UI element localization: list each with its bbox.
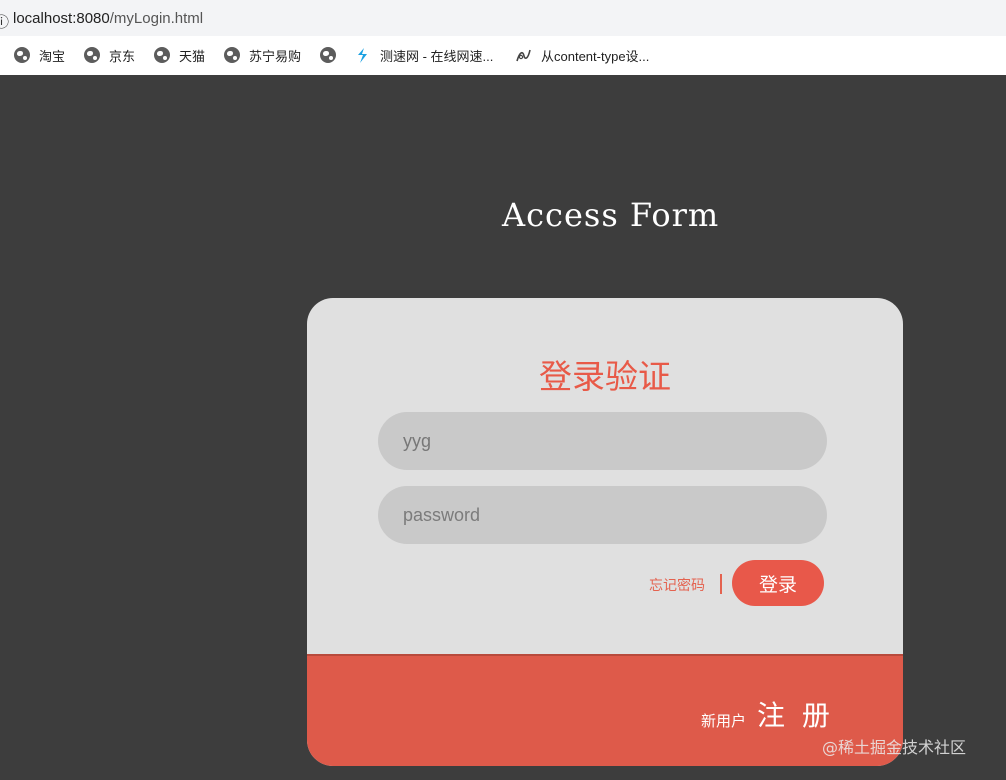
address-bar[interactable]: ⓘ localhost:8080/myLogin.html [0, 0, 1006, 36]
username-input[interactable] [378, 412, 827, 470]
bookmark-label: 天猫 [179, 48, 206, 64]
page-title: Access Form [502, 196, 720, 234]
site-info-icon[interactable]: ⓘ [0, 11, 9, 32]
url-text[interactable]: localhost:8080/myLogin.html [13, 10, 203, 27]
new-user-label: 新用户 [701, 712, 747, 730]
speedtest-icon [354, 47, 371, 64]
login-button[interactable]: 登录 [732, 560, 824, 606]
bookmark-content-type[interactable]: 从content-type设... [515, 44, 649, 66]
globe-icon [224, 47, 240, 63]
globe-icon [320, 47, 336, 63]
bookmarks-bar: 淘宝 京东 天猫 苏宁易购 测速网 - 在线网速... 从content-typ… [0, 36, 1006, 75]
bookmark-jd[interactable]: 京东 [84, 44, 135, 66]
url-host: localhost:8080 [13, 10, 110, 27]
bookmark-suning[interactable]: 苏宁易购 [224, 44, 301, 66]
login-heading: 登录验证 [539, 357, 671, 396]
pen-icon [515, 47, 532, 64]
register-button[interactable]: 注 册 [757, 694, 834, 734]
bookmark-untitled[interactable] [320, 44, 336, 66]
bookmark-label: 测速网 - 在线网速... [380, 48, 494, 64]
bookmark-label: 淘宝 [39, 48, 66, 64]
globe-icon [14, 47, 30, 63]
globe-icon [154, 47, 170, 63]
bookmark-taobao[interactable]: 淘宝 [14, 44, 65, 66]
url-path: /myLogin.html [109, 10, 204, 27]
register-footer: 新用户 注 册 [307, 654, 903, 766]
divider [720, 574, 722, 594]
bookmark-speedtest[interactable]: 测速网 - 在线网速... [354, 44, 493, 66]
bookmark-tmall[interactable]: 天猫 [154, 44, 205, 66]
login-card: 登录验证 忘记密码 登录 新用户 注 册 [307, 298, 903, 766]
globe-icon [84, 47, 100, 63]
bookmark-label: 苏宁易购 [249, 48, 302, 64]
forgot-password-link[interactable]: 忘记密码 [649, 575, 705, 595]
password-input[interactable] [378, 486, 827, 544]
browser-chrome: ⓘ localhost:8080/myLogin.html 淘宝 京东 天猫 苏… [0, 0, 1006, 75]
watermark: @稀土掘金技术社区 [822, 738, 967, 757]
bookmark-label: 从content-type设... [541, 48, 650, 64]
bookmark-label: 京东 [109, 48, 136, 64]
